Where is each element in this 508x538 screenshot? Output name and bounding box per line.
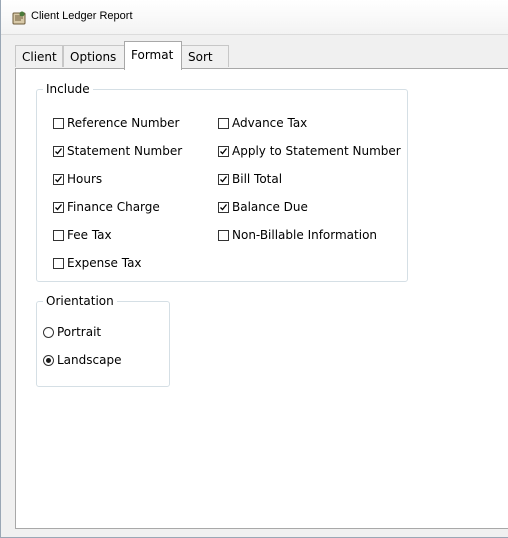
checkmark-icon [220,204,228,211]
checkbox-label: Balance Due [232,200,308,214]
apply-to-statement-number-checkbox[interactable]: Apply to Statement Number [218,143,401,159]
radio-selected-dot [46,358,51,363]
tab-sort[interactable]: Sort [181,45,229,67]
checkbox-box[interactable] [218,118,229,129]
checkbox-box[interactable] [53,118,64,129]
non-billable-information-checkbox[interactable]: Non-Billable Information [218,227,377,243]
checkmark-icon [220,148,228,155]
expense-tax-checkbox[interactable]: Expense Tax [53,255,142,271]
checkbox-label: Finance Charge [67,200,160,214]
radio-circle[interactable] [43,327,54,338]
checkbox-label: Bill Total [232,172,283,186]
checkmark-icon [220,176,228,183]
checkbox-label: Non-Billable Information [232,228,378,242]
checkbox-label: Reference Number [67,116,180,130]
statement-number-checkbox[interactable]: Statement Number [53,143,182,159]
include-legend: Include [43,81,93,97]
checkbox-box[interactable] [53,202,64,213]
tab-strip: Client Options Format Sort [15,41,508,70]
checkmark-icon [55,176,63,183]
orientation-groupbox: Orientation Portrait Landscape [36,293,170,387]
checkbox-label: Advance Tax [232,116,308,130]
advance-tax-checkbox[interactable]: Advance Tax [218,115,307,131]
radio-label: Portrait [57,325,102,339]
checkbox-box[interactable] [53,174,64,185]
report-window: Client Ledger Report Client Options Form… [0,0,508,538]
checkbox-box[interactable] [218,174,229,185]
checkbox-label: Expense Tax [67,256,142,270]
landscape-radio[interactable]: Landscape [43,352,121,368]
checkbox-box[interactable] [218,230,229,241]
format-tab-panel: Include Reference Number Statement Numbe… [15,68,508,529]
checkbox-label: Apply to Statement Number [232,144,401,158]
title-bar: Client Ledger Report [1,0,508,35]
portrait-radio[interactable]: Portrait [43,324,101,340]
window-title: Client Ledger Report [31,10,133,22]
checkmark-icon [55,148,63,155]
include-groupbox: Include Reference Number Statement Numbe… [36,81,408,282]
balance-due-checkbox[interactable]: Balance Due [218,199,308,215]
checkbox-box[interactable] [53,146,64,157]
finance-charge-checkbox[interactable]: Finance Charge [53,199,160,215]
reference-number-checkbox[interactable]: Reference Number [53,115,179,131]
ledger-app-icon [12,11,26,25]
bill-total-checkbox[interactable]: Bill Total [218,171,282,187]
checkbox-box[interactable] [53,230,64,241]
checkbox-label: Fee Tax [67,228,112,242]
checkbox-label: Hours [67,172,103,186]
orientation-legend: Orientation [43,293,117,309]
radio-label: Landscape [57,353,122,367]
hours-checkbox[interactable]: Hours [53,171,102,187]
radio-circle[interactable] [43,355,54,366]
checkbox-box[interactable] [218,146,229,157]
tab-options[interactable]: Options [63,45,125,67]
tab-format[interactable]: Format [124,41,182,70]
checkmark-icon [55,204,63,211]
checkbox-box[interactable] [53,258,64,269]
tab-client[interactable]: Client [15,45,63,67]
checkbox-box[interactable] [218,202,229,213]
fee-tax-checkbox[interactable]: Fee Tax [53,227,112,243]
checkbox-label: Statement Number [67,144,183,158]
